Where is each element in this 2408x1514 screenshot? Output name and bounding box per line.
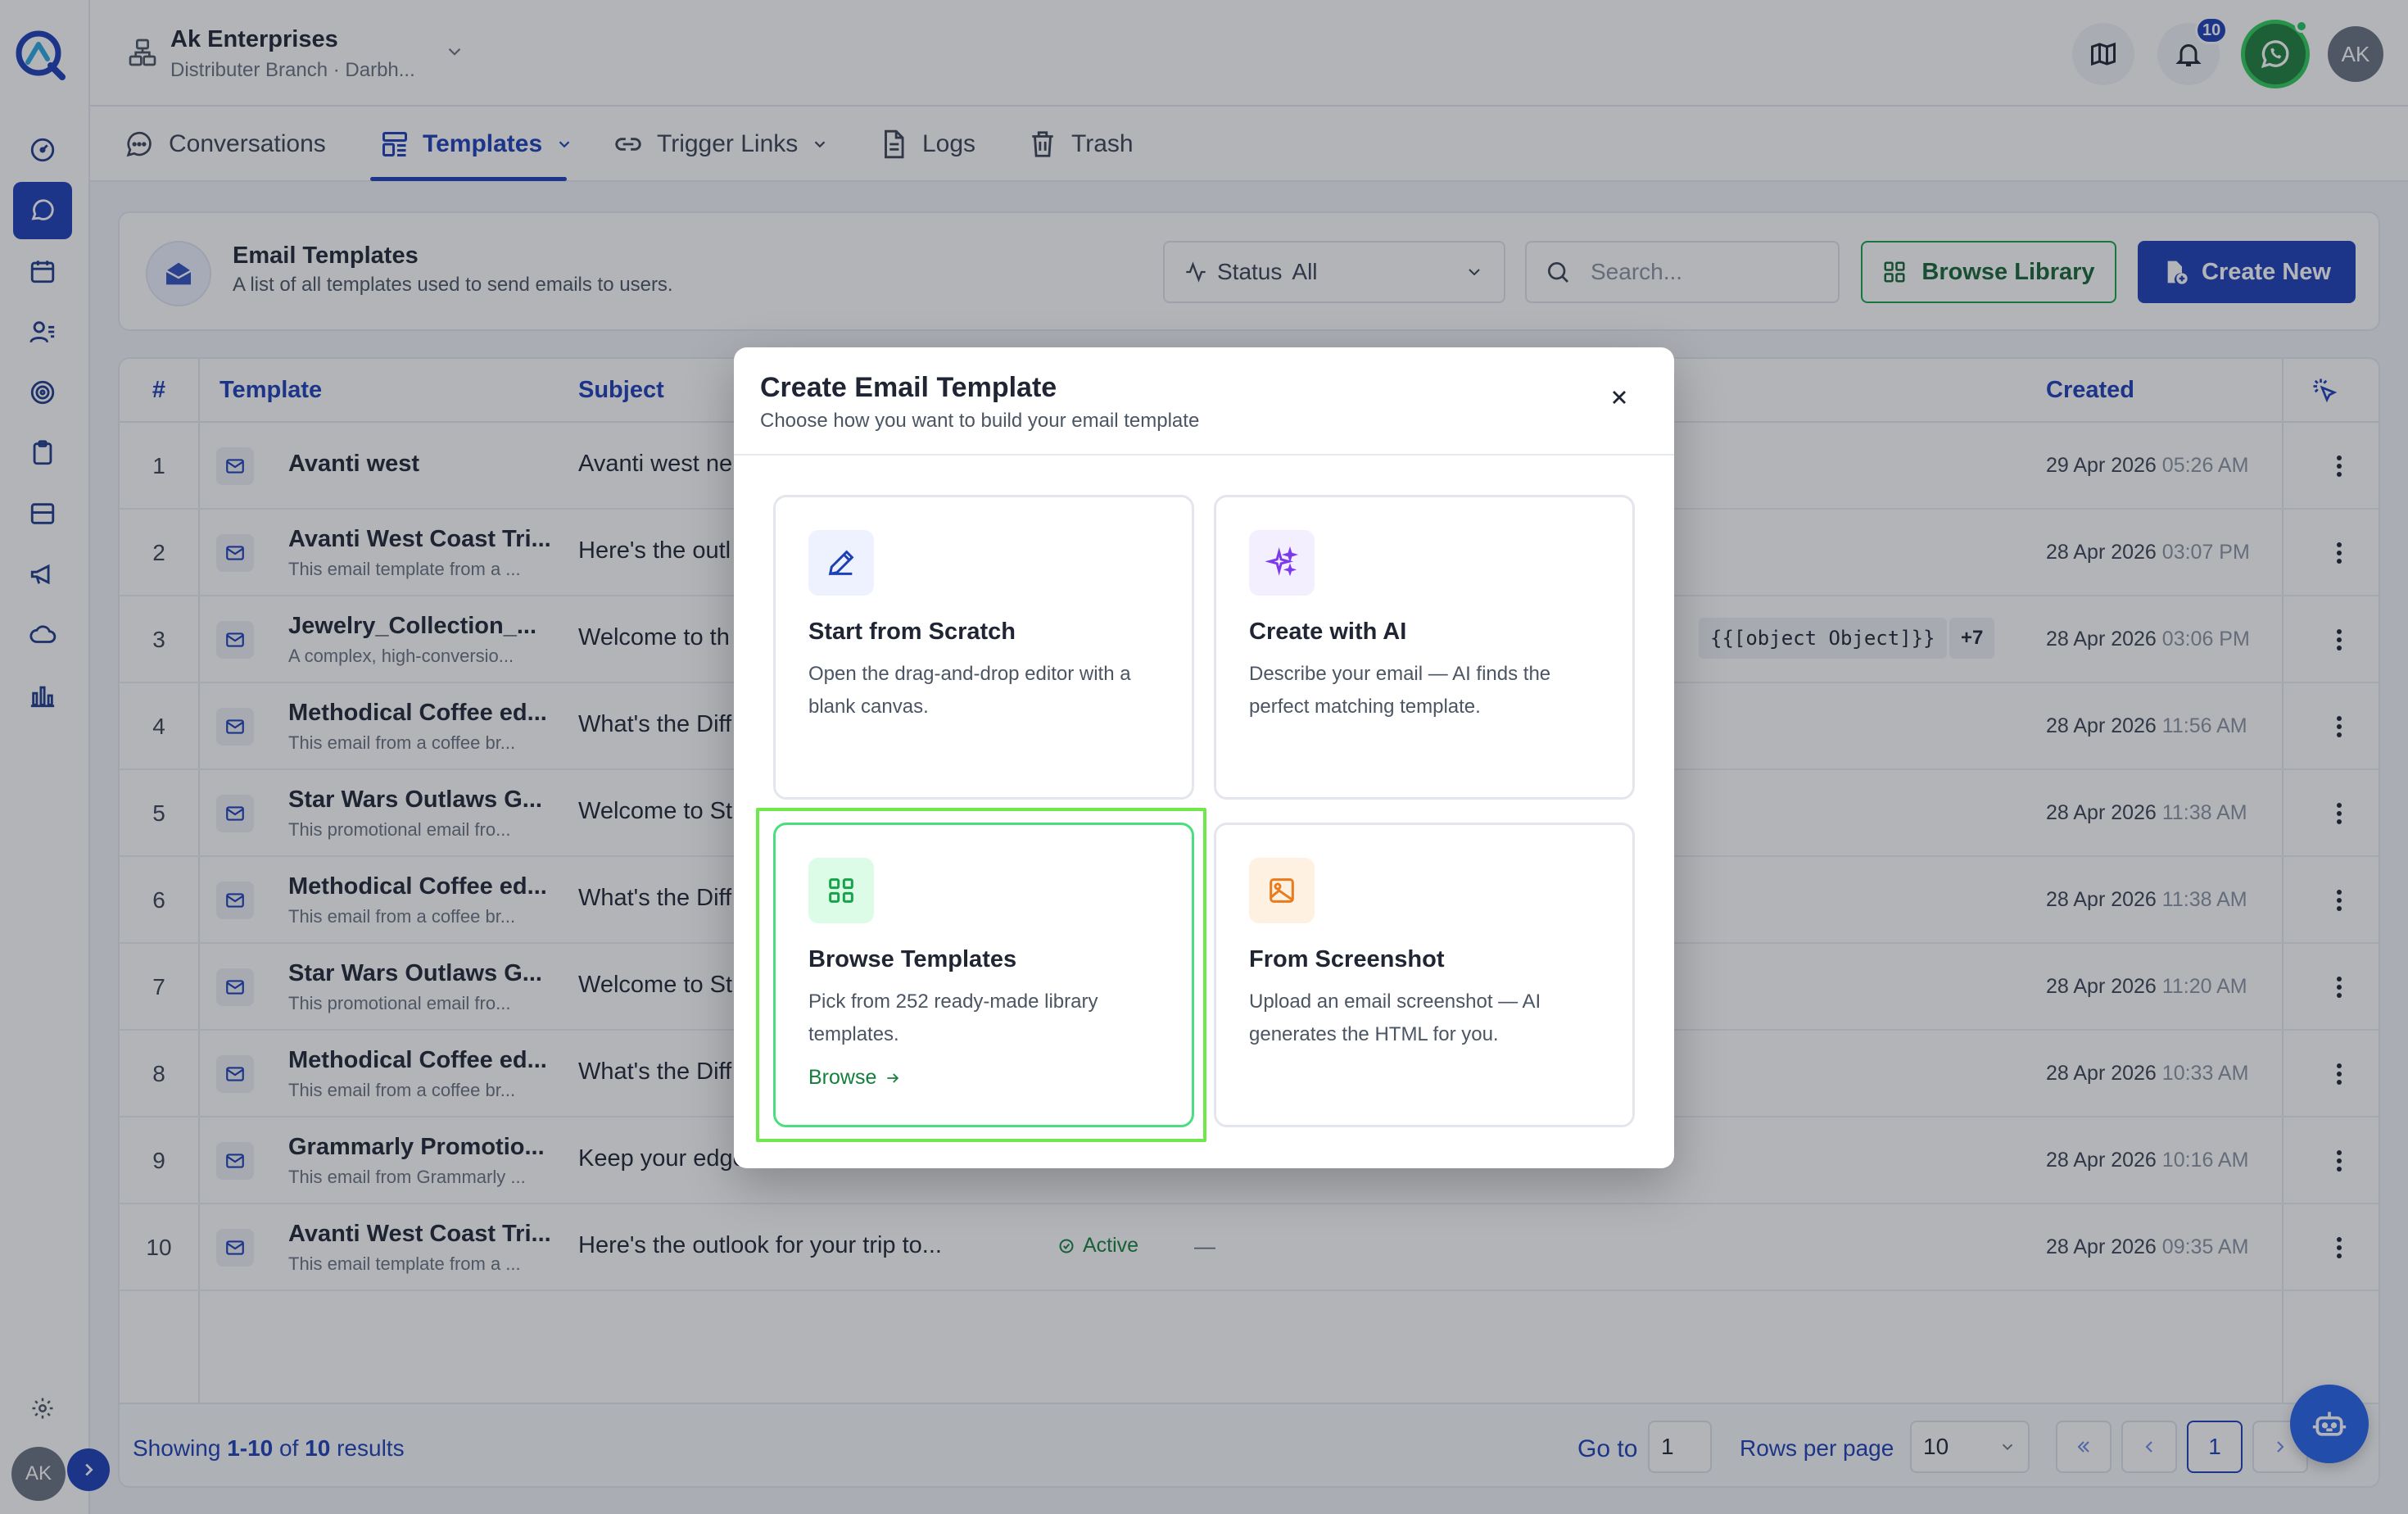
option-description: Describe your email — AI finds the perfe… xyxy=(1249,663,1551,718)
dialog-title: Create Email Template xyxy=(760,372,1057,403)
dialog-subtitle: Choose how you want to build your email … xyxy=(760,410,1200,432)
dialog-divider xyxy=(734,454,1674,456)
option-from-screenshot[interactable]: From Screenshot Upload an email screensh… xyxy=(1214,823,1635,1127)
option-title: Start from Scratch xyxy=(808,619,1016,645)
sparkles-icon xyxy=(1249,530,1315,596)
selection-highlight-box xyxy=(756,808,1206,1142)
option-create-with-ai[interactable]: Create with AI Describe your email — AI … xyxy=(1214,495,1635,800)
option-description: Upload an email screenshot — AI generate… xyxy=(1249,990,1541,1045)
option-title: From Screenshot xyxy=(1249,946,1445,972)
option-title: Create with AI xyxy=(1249,619,1407,645)
image-icon xyxy=(1249,858,1315,923)
option-description: Open the drag-and-drop editor with a bla… xyxy=(808,663,1131,718)
close-icon[interactable] xyxy=(1600,378,1638,416)
option-start-from-scratch[interactable]: Start from Scratch Open the drag-and-dro… xyxy=(773,495,1194,800)
pencil-icon xyxy=(808,530,874,596)
